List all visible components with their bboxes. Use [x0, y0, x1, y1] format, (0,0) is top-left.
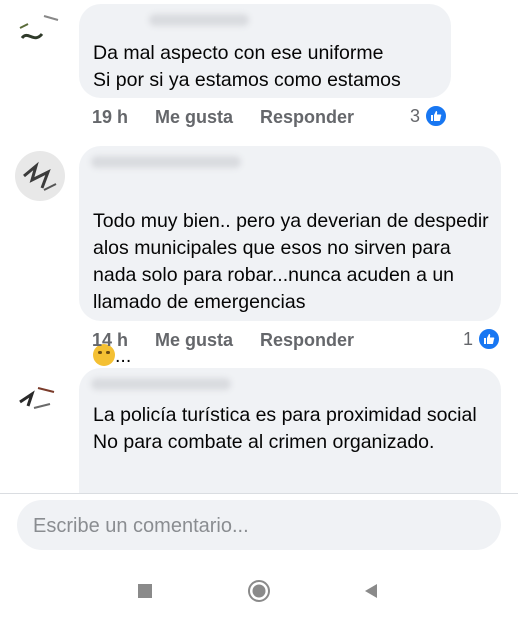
back-icon[interactable] — [356, 576, 386, 606]
like-button[interactable]: Me gusta — [155, 330, 233, 351]
author-name-redacted[interactable] — [149, 14, 249, 26]
comment-bubble: La policía turística es para proximidad … — [79, 368, 501, 493]
comment-body: Todo muy bien.. pero ya deverian de desp… — [93, 210, 489, 313]
android-nav-bar — [0, 556, 518, 620]
comment-text: La policía turística es para proximidad … — [93, 404, 477, 453]
comment-input[interactable] — [31, 500, 485, 552]
reaction-summary[interactable]: 3 — [410, 104, 449, 128]
composer-divider — [0, 493, 518, 494]
comment-actions: 19 h Me gusta Responder — [92, 107, 354, 131]
like-icon — [477, 327, 502, 351]
reply-button[interactable]: Responder — [260, 330, 354, 351]
comment-time[interactable]: 14 h — [92, 330, 128, 351]
reaction-summary[interactable]: 1 — [463, 327, 502, 351]
author-name-redacted[interactable] — [91, 156, 241, 168]
like-icon — [424, 104, 449, 128]
like-button[interactable]: Me gusta — [155, 107, 233, 128]
comment-time[interactable]: 19 h — [92, 107, 128, 128]
avatar[interactable] — [14, 8, 66, 60]
comment-composer — [17, 500, 501, 552]
reply-button[interactable]: Responder — [260, 107, 354, 128]
recent-apps-icon[interactable] — [130, 576, 160, 606]
reaction-count: 3 — [410, 105, 421, 126]
reaction-count: 1 — [463, 328, 474, 349]
comment-bubble: Todo muy bien.. pero ya deverian de desp… — [79, 146, 501, 367]
avatar[interactable] — [14, 150, 66, 202]
comment-actions: 14 h Me gusta Responder — [92, 330, 354, 354]
home-icon[interactable] — [244, 576, 274, 606]
avatar[interactable] — [14, 372, 66, 424]
comment-feed: Da mal aspecto con ese uniforme Si por s… — [0, 0, 518, 493]
comment-text: Da mal aspecto con ese uniforme Si por s… — [93, 42, 401, 91]
author-name-redacted[interactable] — [91, 378, 231, 390]
comment-bubble: Da mal aspecto con ese uniforme Si por s… — [79, 4, 451, 98]
